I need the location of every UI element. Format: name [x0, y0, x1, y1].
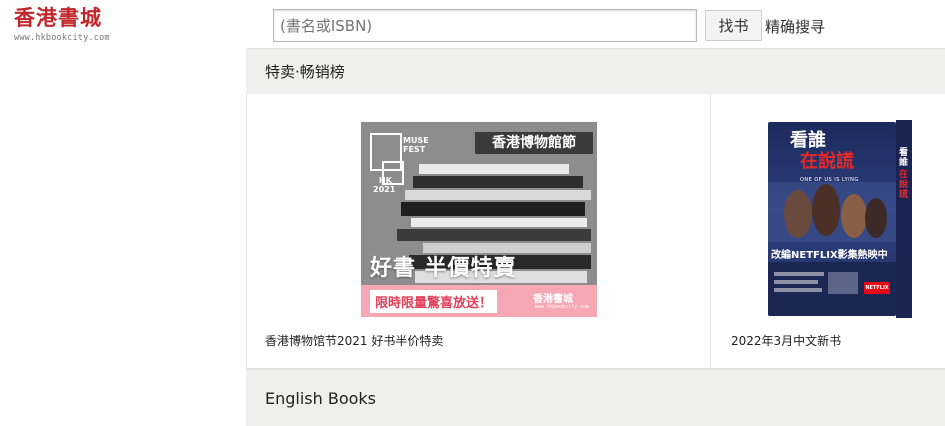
book-title-line-1: 看誰	[790, 130, 826, 151]
promo-band-logo: 香港書城	[533, 294, 573, 305]
search-input[interactable]	[273, 9, 697, 42]
advanced-search-link[interactable]: 精确搜寻	[765, 16, 825, 37]
site-logo[interactable]: 香港書城 www.hkbookcity.com	[14, 6, 134, 46]
section-title: English Books	[265, 388, 377, 408]
promo-band-text: 限時限量驚喜放送！	[370, 290, 498, 313]
cover-front: 看誰 在說謊 ONE OF US IS LYING 改編NETFLIX影集熱映中…	[768, 122, 896, 316]
book-english-title: ONE OF US IS LYING	[800, 177, 859, 183]
netflix-badge: NETFLIX	[864, 282, 890, 294]
section-header-bestsellers: 特卖·畅销榜	[246, 48, 945, 94]
spine-title-line-2: 在說謊	[899, 170, 909, 200]
fest-line-3: HK	[379, 176, 392, 185]
card-caption-museum-fest[interactable]: 香港博物馆节2021 好书半价特卖	[265, 332, 443, 349]
search-button[interactable]: 找书	[705, 10, 762, 41]
fest-mark: MUSE FEST	[377, 136, 429, 154]
card-caption-new-chinese-books[interactable]: 2022年3月中文新书	[731, 332, 841, 349]
spine-title-line-1: 看誰	[899, 148, 909, 168]
section-title: 特卖·畅销榜	[265, 63, 345, 81]
fest-line-4: 2021	[373, 185, 396, 194]
section-header-english-books[interactable]: English Books	[246, 369, 945, 426]
fest-line-2: FEST	[403, 145, 426, 154]
book-tagline: 改編NETFLIX影集熱映中	[771, 250, 888, 261]
promo-band: 限時限量驚喜放送！ 香港書城 www.hkbookcity.com	[361, 285, 597, 317]
book-cover-one-of-us-is-lying[interactable]: 看誰 在說謊 ONE OF US IS LYING 改編NETFLIX影集熱映中…	[768, 120, 914, 318]
logo-url: www.hkbookcity.com	[14, 33, 110, 43]
fest-year: HK 2021	[373, 176, 395, 194]
fest-line-1: MUSE	[403, 136, 429, 145]
book-title-line-2: 在說謊	[800, 151, 854, 172]
promo-headline: 香港博物館節	[475, 132, 593, 154]
promo-band-url: www.hkbookcity.com	[535, 304, 590, 310]
logo-title: 香港書城	[14, 5, 102, 30]
promo-banner-museum-fest[interactable]: MUSE FEST HK 2021 香港博物館節 好書 半價特賣 限時限量驚喜放…	[361, 122, 597, 317]
card-divider	[710, 94, 711, 369]
promo-sale-text: 好書 半價特賣	[370, 256, 517, 281]
